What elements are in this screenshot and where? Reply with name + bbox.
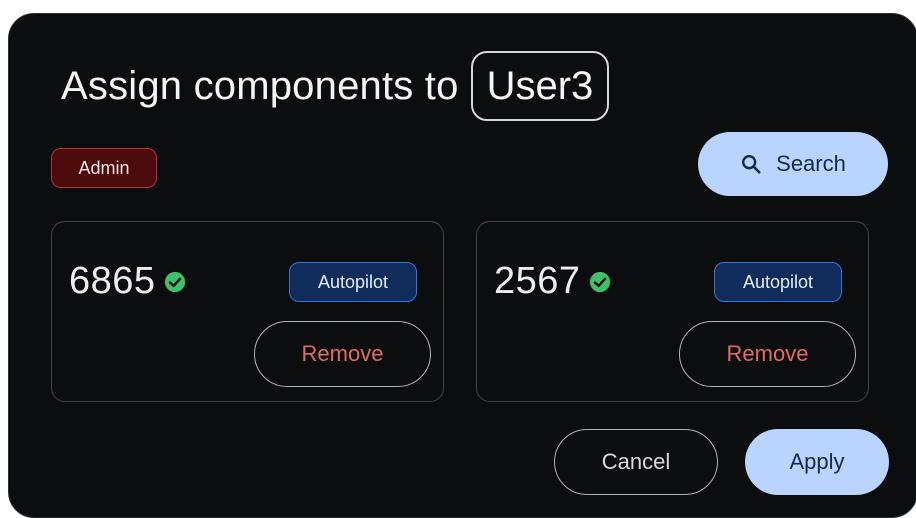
user-chip: User3 bbox=[470, 51, 610, 121]
search-button[interactable]: Search bbox=[698, 132, 888, 196]
assign-components-dialog: Assign components to User3 Admin Search … bbox=[8, 13, 916, 518]
dialog-title-text: Assign components to bbox=[61, 63, 459, 108]
remove-button[interactable]: Remove bbox=[679, 321, 856, 387]
component-id-row: 2567 bbox=[494, 260, 611, 303]
apply-button[interactable]: Apply bbox=[745, 429, 889, 495]
dialog-title: Assign components to User3 bbox=[61, 50, 610, 122]
component-id-row: 6865 bbox=[69, 260, 186, 303]
check-circle-icon bbox=[589, 271, 611, 293]
search-icon bbox=[740, 153, 762, 175]
cancel-button[interactable]: Cancel bbox=[554, 429, 718, 495]
component-id: 2567 bbox=[494, 260, 581, 302]
component-id: 6865 bbox=[69, 260, 156, 302]
autopilot-badge: Autopilot bbox=[714, 262, 842, 302]
component-card: 6865 Autopilot Remove bbox=[51, 221, 444, 402]
remove-button[interactable]: Remove bbox=[254, 321, 431, 387]
check-circle-icon bbox=[164, 271, 186, 293]
admin-role-badge: Admin bbox=[51, 148, 157, 188]
component-card: 2567 Autopilot Remove bbox=[476, 221, 869, 402]
search-button-label: Search bbox=[776, 151, 846, 176]
autopilot-badge: Autopilot bbox=[289, 262, 417, 302]
